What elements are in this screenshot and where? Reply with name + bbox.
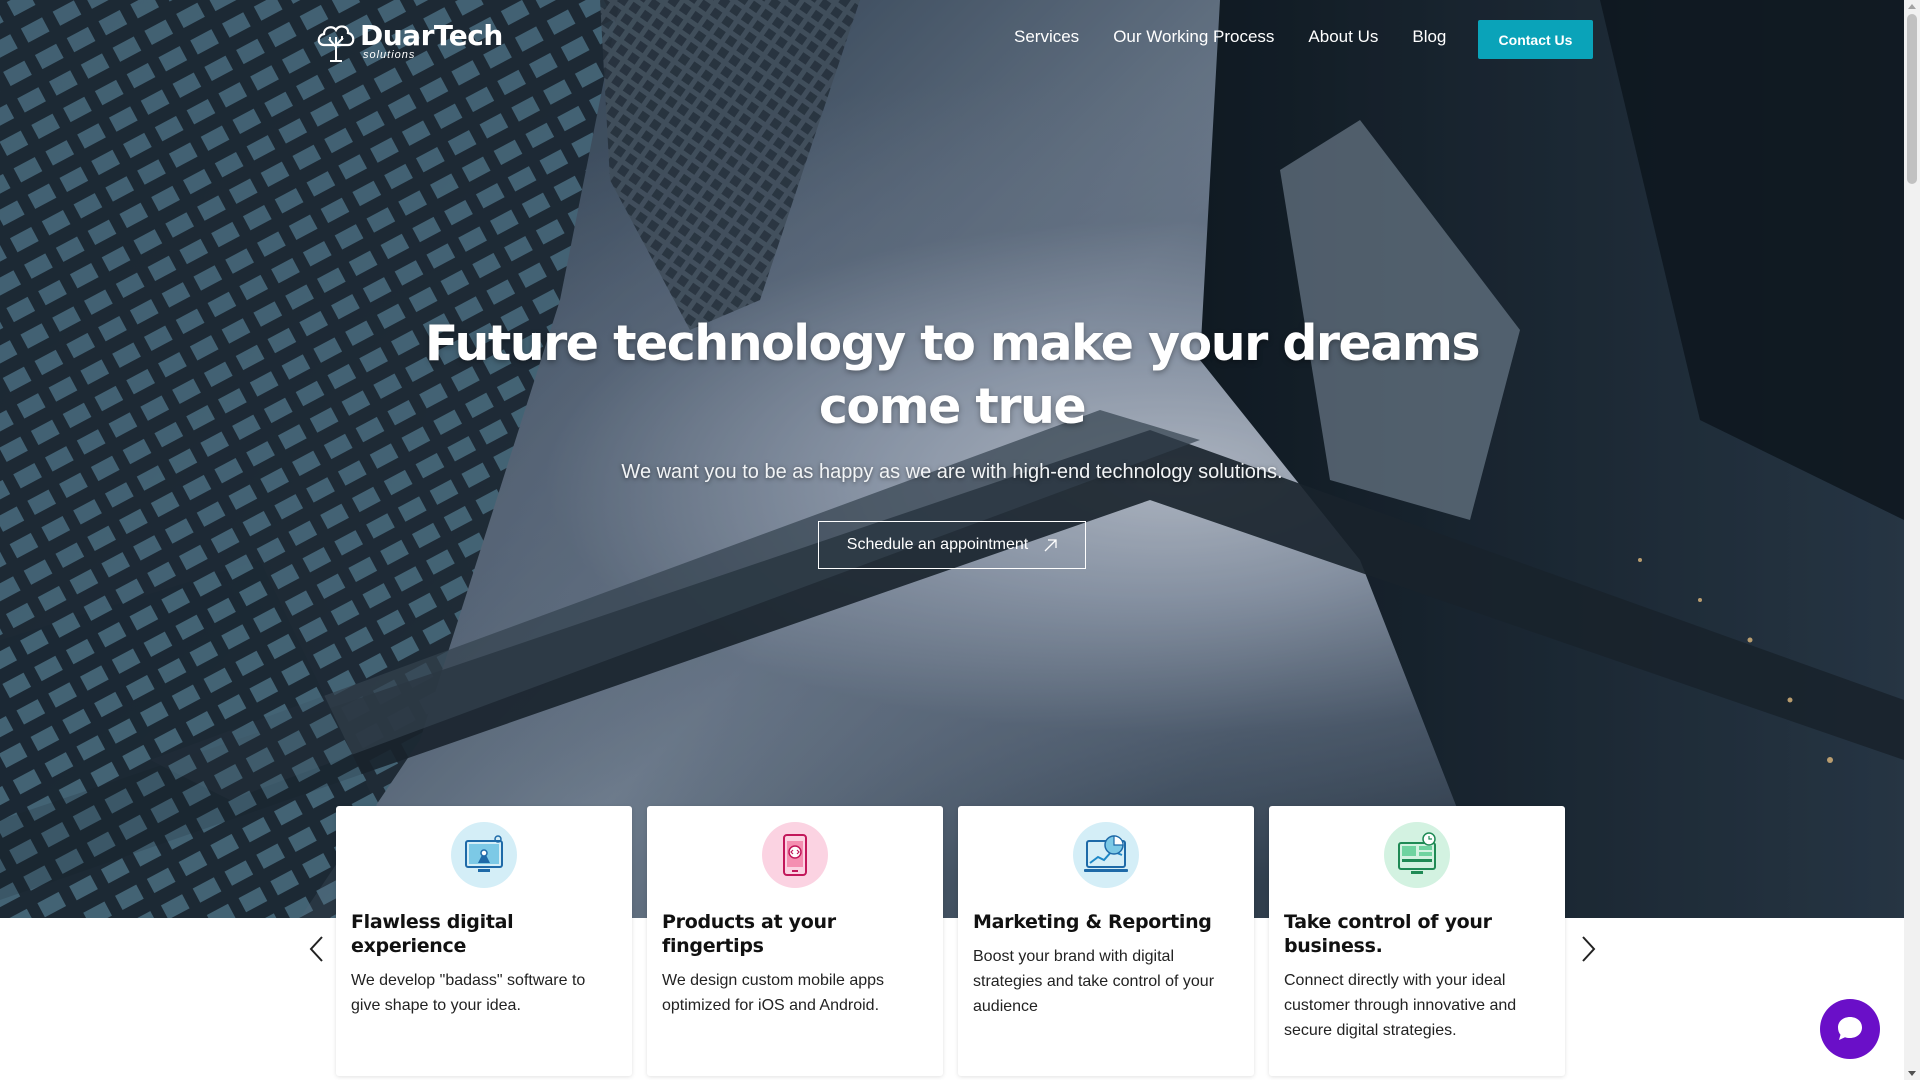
dashboard-icon — [1398, 832, 1436, 874]
service-card[interactable]: Take control of your business. Connect d… — [1269, 806, 1565, 1076]
card-icon-wrap — [762, 822, 828, 888]
service-card[interactable]: Marketing & Reporting Boost your brand w… — [958, 806, 1254, 1076]
nav-link-working-process[interactable]: Our Working Process — [1113, 27, 1274, 47]
schedule-appointment-label: Schedule an appointment — [846, 536, 1029, 553]
logo-name: DuarTech — [360, 18, 503, 52]
hero-overlay — [0, 0, 1904, 918]
card-title: Products at your fingertips — [662, 911, 836, 957]
mobile-code-icon — [783, 834, 807, 876]
carousel-prev-button[interactable] — [305, 934, 329, 964]
card-icon-wrap — [451, 822, 517, 888]
card-icon-wrap — [1073, 822, 1139, 888]
chevron-left-icon — [309, 936, 323, 962]
card-title: Take control of your business. — [1284, 911, 1492, 957]
card-text: We design custom mobile apps optimized f… — [662, 972, 885, 1014]
logo-text: DuarTech solutions — [360, 18, 503, 61]
top-navigation: DuarTech solutions Services Our Working … — [0, 0, 1904, 80]
arrow-up-right-icon — [1044, 538, 1057, 551]
services-carousel: Flawless digital experience We develop "… — [336, 806, 1565, 1076]
web-design-icon — [465, 835, 503, 872]
scroll-up-arrow-icon[interactable] — [1908, 4, 1916, 9]
card-title: Marketing & Reporting — [973, 911, 1212, 933]
hero-subtitle: We want you to be as happy as we are wit… — [621, 461, 1283, 483]
chat-widget-button[interactable] — [1820, 999, 1880, 1059]
schedule-appointment-button[interactable]: Schedule an appointment — [818, 521, 1086, 569]
card-text: Connect directly with your ideal custome… — [1284, 972, 1517, 1039]
page-scrollbar[interactable] — [1904, 0, 1920, 1080]
page: DuarTech solutions Services Our Working … — [0, 0, 1920, 1080]
logo[interactable]: DuarTech solutions — [314, 18, 503, 64]
hero-section — [0, 0, 1904, 918]
logo-tagline: solutions — [363, 48, 416, 61]
card-text: We develop "badass" software to give sha… — [351, 972, 586, 1014]
card-title: Flawless digital experience — [351, 911, 514, 957]
logo-tree-icon — [317, 25, 355, 62]
card-icon-wrap — [1384, 822, 1450, 888]
service-card[interactable]: Flawless digital experience We develop "… — [336, 806, 632, 1076]
scroll-thumb[interactable] — [1907, 14, 1917, 184]
scroll-down-arrow-icon[interactable] — [1908, 1071, 1916, 1076]
hero-title: Future technology to make your dreams co… — [424, 315, 1481, 435]
chevron-right-icon — [1582, 936, 1596, 962]
carousel-next-button[interactable] — [1576, 934, 1600, 964]
nav-link-about-us[interactable]: About Us — [1308, 27, 1378, 47]
nav-link-services[interactable]: Services — [1014, 27, 1079, 47]
analytics-icon — [1084, 835, 1128, 872]
contact-us-button[interactable]: Contact Us — [1478, 20, 1593, 59]
nav-link-blog[interactable]: Blog — [1412, 27, 1446, 47]
nav-links: Services Our Working Process About Us Bl… — [1014, 27, 1446, 47]
card-text: Boost your brand with digital strategies… — [973, 948, 1215, 1015]
service-card[interactable]: Products at your fingertips We design cu… — [647, 806, 943, 1076]
chat-bubble-icon — [1838, 1017, 1862, 1040]
